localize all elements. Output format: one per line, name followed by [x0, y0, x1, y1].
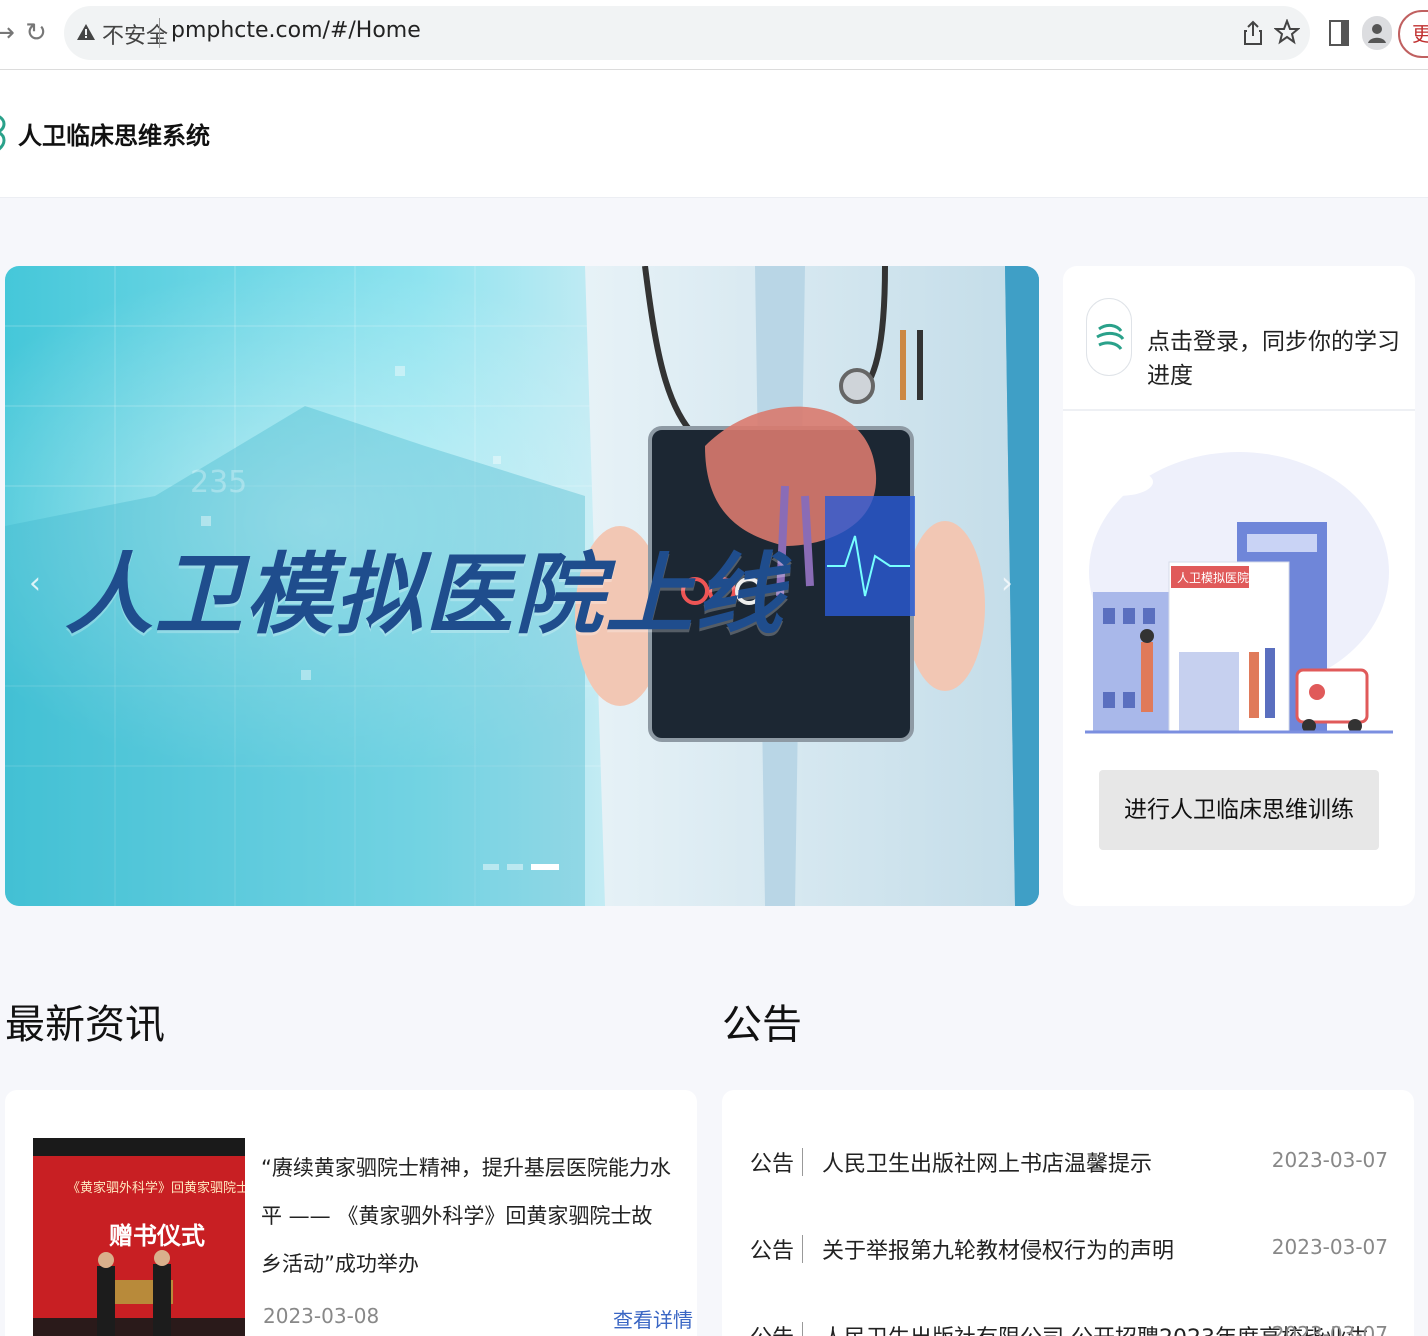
notice-row[interactable]: 公告 关于举报第九轮教材侵权行为的声明 2023-03-07	[722, 1229, 1414, 1269]
news-title[interactable]: “赓续黄家驷院士精神，提升基层医院能力水平 —— 《黄家驷外科学》回黄家驷院士故…	[261, 1144, 671, 1288]
news-date: 2023-03-08	[263, 1304, 380, 1328]
site-title[interactable]: 人卫临床思维系统	[18, 116, 210, 151]
notice-title[interactable]: 人民卫生出版社网上书店温馨提示	[822, 1146, 1152, 1178]
notice-date: 2023-03-07	[1271, 1235, 1388, 1259]
bookmark-star-icon[interactable]	[1274, 19, 1300, 45]
svg-text:235: 235	[190, 465, 247, 500]
update-button[interactable]: 更	[1398, 10, 1428, 58]
warning-icon[interactable]	[76, 22, 96, 42]
share-icon[interactable]	[1242, 20, 1264, 46]
divider	[802, 1322, 803, 1336]
url-text[interactable]: pmphcte.com/#/Home	[171, 18, 421, 43]
notice-tag: 公告	[750, 1239, 795, 1264]
carousel-prev-icon[interactable]: ‹	[29, 566, 41, 601]
news-section-title: 最新资讯	[5, 1002, 165, 1048]
news-thumbnail[interactable]: 《黄家驷外科学》回黄家驷院士故 赠书仪式	[33, 1138, 245, 1336]
forward-icon[interactable]: →	[0, 14, 18, 52]
divider	[802, 1148, 803, 1176]
address-bar[interactable]: 不安全 pmphcte.com/#/Home	[64, 6, 1310, 60]
carousel-dot-active[interactable]	[531, 864, 559, 870]
carousel-next-icon[interactable]: ›	[1001, 566, 1013, 601]
notice-title[interactable]: 关于举报第九轮教材侵权行为的声明	[822, 1233, 1174, 1265]
logo-icon	[1096, 323, 1125, 350]
login-card: 点击登录，同步你的学习进度 人卫模拟医院 进行人卫临床思维训练	[1063, 266, 1415, 906]
news-photo-banner: 《黄家驷外科学》回黄家驷院士故	[67, 1180, 245, 1196]
news-card[interactable]: 《黄家驷外科学》回黄家驷院士故 赠书仪式 “赓续黄家驷院士精神，提升基层医院能力…	[5, 1090, 697, 1336]
reload-icon[interactable]: ↻	[22, 14, 50, 52]
browser-toolbar: → ↻ 不安全 pmphcte.com/#/Home 更	[0, 0, 1428, 70]
notice-tag: 公告	[750, 1320, 794, 1336]
hospital-illustration: 人卫模拟医院	[1085, 452, 1393, 734]
notices-card: 公告 人民卫生出版社网上书店温馨提示 2023-03-07 公告 关于举报第九轮…	[722, 1090, 1414, 1336]
news-photo-caption: 赠书仪式	[109, 1221, 205, 1250]
carousel-dot[interactable]	[507, 864, 523, 870]
profile-icon[interactable]	[1362, 16, 1392, 50]
logo-icon[interactable]	[0, 112, 14, 154]
divider	[1063, 409, 1415, 411]
sidebar-icon[interactable]	[1328, 19, 1350, 47]
avatar[interactable]	[1086, 298, 1132, 376]
notice-row[interactable]: 公告 人民卫生出版社有限公司 公开招聘2023年度高校毕业生 2023-03-0…	[722, 1316, 1414, 1336]
site-header: 人卫临床思维系统	[0, 70, 1428, 198]
carousel-dot[interactable]	[483, 864, 499, 870]
notice-tag: 公告	[750, 1152, 795, 1177]
start-training-button[interactable]: 进行人卫临床思维训练	[1099, 770, 1379, 850]
notice-date: 2023-03-07	[1271, 1322, 1388, 1336]
news-photo: 《黄家驷外科学》回黄家驷院士故 赠书仪式	[33, 1138, 245, 1336]
banner-headline[interactable]: 人卫模拟医院上线	[65, 524, 785, 651]
notice-row[interactable]: 公告 人民卫生出版社网上书店温馨提示 2023-03-07	[722, 1142, 1414, 1182]
hospital-sign: 人卫模拟医院	[1177, 571, 1249, 585]
banner-carousel[interactable]: 235 人卫模拟医院上线 ‹ ›	[5, 266, 1039, 906]
notice-date: 2023-03-07	[1271, 1148, 1388, 1172]
omnibox-divider	[159, 18, 160, 48]
view-details-link[interactable]: 查看详情	[613, 1304, 693, 1333]
notices-section-title: 公告	[722, 1002, 802, 1048]
divider	[802, 1235, 803, 1263]
login-prompt[interactable]: 点击登录，同步你的学习进度	[1147, 322, 1415, 390]
